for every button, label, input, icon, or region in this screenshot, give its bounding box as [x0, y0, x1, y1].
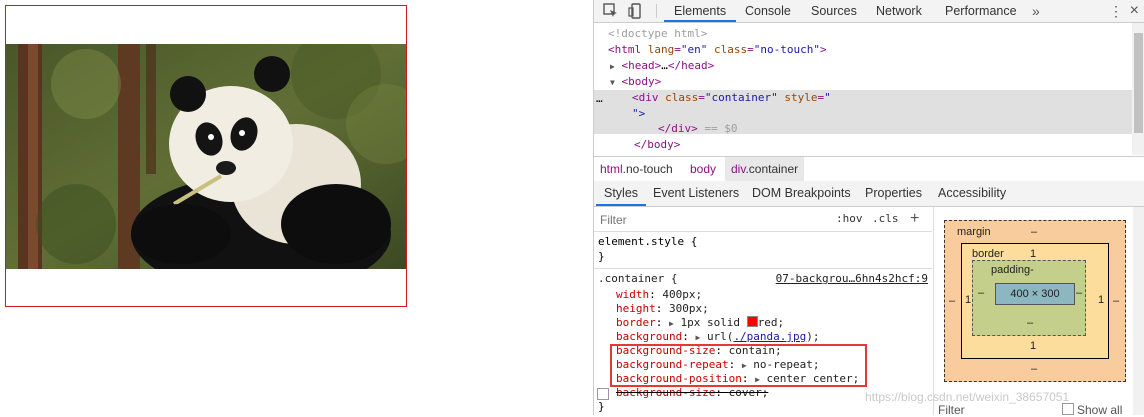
new-rule-icon[interactable]: + [910, 207, 919, 231]
dom-scrollbar[interactable] [1132, 23, 1144, 155]
hover-state-toggle[interactable]: :hov [836, 207, 863, 231]
dom-tree: <!doctype html> <html lang="en" class="n… [594, 23, 1132, 155]
margin-left-value[interactable]: – [949, 295, 955, 307]
prop-height[interactable]: height: 300px; [616, 302, 709, 316]
box-model-scrollbar[interactable] [1133, 207, 1144, 415]
tab-styles[interactable]: Styles [596, 181, 647, 206]
box-model-margin[interactable]: margin – – – – border 1 1 1 1 padding- –… [944, 220, 1126, 382]
inspect-element-icon[interactable] [603, 3, 619, 19]
prop-background-size-overridden[interactable]: background-size: cover; [616, 386, 768, 400]
element-style-selector[interactable]: element.style { [598, 235, 697, 249]
breadcrumb-html[interactable]: html.no-touch [594, 157, 679, 181]
dom-html[interactable]: <html lang="en" class="no-touch"> [608, 42, 827, 58]
dom-scrollbar-thumb[interactable] [1134, 33, 1143, 133]
dom-div-close[interactable]: </div> == $0 [658, 121, 738, 137]
container-preview [5, 5, 407, 307]
tab-sources[interactable]: Sources [801, 0, 867, 22]
tab-properties[interactable]: Properties [857, 181, 930, 206]
prop-width[interactable]: width: 400px; [616, 288, 702, 302]
border-label: border [972, 248, 1004, 260]
color-swatch[interactable] [746, 316, 758, 327]
more-tabs-icon[interactable]: » [1032, 0, 1040, 22]
margin-right-value[interactable]: – [1113, 295, 1119, 307]
row-dots: … [596, 92, 603, 105]
padding-right-value[interactable]: – [1076, 287, 1082, 299]
tab-elements[interactable]: Elements [664, 0, 737, 22]
box-model-border[interactable]: border 1 1 1 1 padding- – – – 400 × 300 [961, 243, 1109, 359]
rule-separator [594, 268, 932, 269]
border-top-value[interactable]: 1 [1030, 248, 1036, 260]
padding-bottom-value[interactable]: – [1027, 317, 1033, 329]
breadcrumb-body[interactable]: body [684, 157, 722, 181]
margin-label: margin [957, 226, 991, 238]
tab-console[interactable]: Console [735, 0, 801, 22]
device-toolbar-icon[interactable] [628, 3, 644, 19]
prop-border[interactable]: border: ▶ 1px solid red; [616, 316, 784, 330]
container-close: } [598, 400, 605, 413]
tab-dom-breakpoints[interactable]: DOM Breakpoints [744, 181, 859, 206]
styles-filter-input[interactable] [598, 210, 822, 230]
devtools-toolbar: Elements Console Sources Network Perform… [594, 0, 1144, 23]
highlight-annotation [610, 344, 867, 387]
box-model-pane: margin – – – – border 1 1 1 1 padding- –… [933, 207, 1144, 417]
tab-event-listeners[interactable]: Event Listeners [645, 181, 747, 206]
watermark: https://blog.csdn.net/weixin_38657051 [865, 390, 1070, 404]
styles-pane: element.style { } .container { 07-backgr… [594, 232, 932, 415]
dom-div-open[interactable]: <div class="container" style=" [632, 90, 831, 106]
box-model-padding[interactable]: padding- – – – 400 × 300 [972, 260, 1086, 336]
styles-subtabs: Styles Event Listeners DOM Breakpoints P… [594, 181, 1144, 207]
container-selector[interactable]: .container { [598, 272, 677, 286]
dom-body[interactable]: ▼ <body> [610, 74, 661, 90]
panda-url-link[interactable]: ./panda.jpg [733, 330, 806, 343]
element-style-close: } [598, 250, 605, 263]
box-model-content[interactable]: 400 × 300 [995, 283, 1075, 305]
expand-triangle-icon[interactable]: ▶ [695, 333, 700, 342]
margin-top-value[interactable]: – [1031, 226, 1037, 238]
toolbar-separator [656, 4, 657, 18]
class-toggle[interactable]: .cls [872, 207, 899, 231]
dom-head[interactable]: ▶ <head>…</head> [610, 58, 714, 74]
expand-triangle-icon[interactable]: ▶ [610, 62, 615, 71]
collapse-triangle-icon[interactable]: ▼ [610, 78, 615, 87]
padding-label: padding- [991, 264, 1034, 276]
panda-image [6, 44, 406, 269]
dom-doctype[interactable]: <!doctype html> [608, 26, 707, 42]
styles-filter-bar: :hov .cls + [594, 207, 932, 232]
kebab-menu-icon[interactable]: ⋮ [1109, 0, 1123, 22]
tab-accessibility[interactable]: Accessibility [930, 181, 1014, 206]
tab-performance[interactable]: Performance [935, 0, 1027, 22]
dom-body-close[interactable]: </body> [634, 137, 680, 153]
breadcrumb: html.no-touch body div.container [594, 156, 1144, 182]
prop-background[interactable]: background: ▶ url(./panda.jpg); [616, 330, 820, 344]
close-icon[interactable]: × [1130, 0, 1139, 22]
border-bottom-value[interactable]: 1 [1030, 340, 1036, 352]
padding-left-value[interactable]: – [978, 287, 984, 299]
prop-disable-checkbox[interactable] [597, 388, 609, 400]
breadcrumb-div[interactable]: div.container [725, 157, 805, 181]
border-right-value[interactable]: 1 [1098, 294, 1104, 306]
expand-triangle-icon[interactable]: ▶ [669, 319, 674, 328]
show-all-checkbox[interactable] [1062, 403, 1074, 415]
source-link[interactable]: 07-backgrou…6hn4s2hcf:9 [776, 272, 928, 286]
border-left-value[interactable]: 1 [965, 294, 971, 306]
tab-network[interactable]: Network [866, 0, 932, 22]
dom-div-style-close[interactable]: "> [632, 106, 645, 122]
margin-bottom-value[interactable]: – [1031, 363, 1037, 375]
